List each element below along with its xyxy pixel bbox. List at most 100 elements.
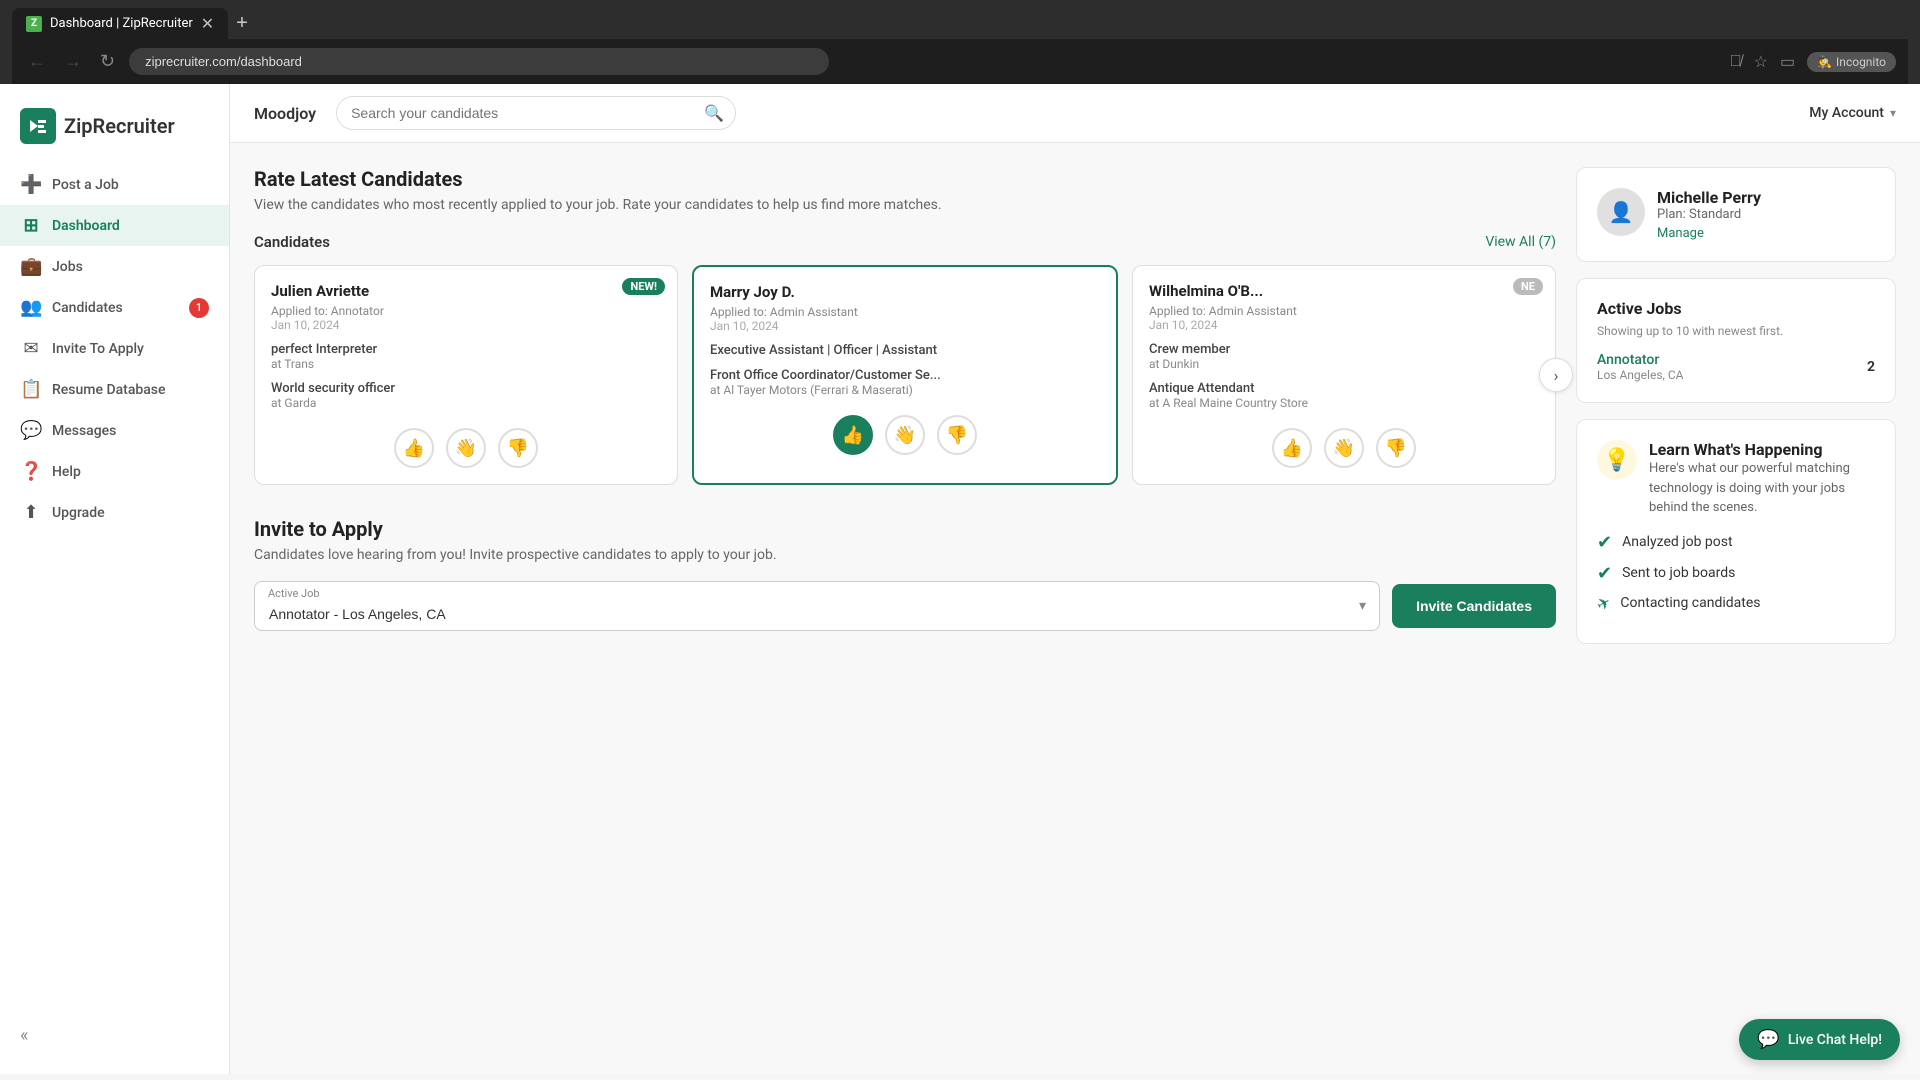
invite-to-apply-section: Invite to Apply Candidates love hearing … <box>254 517 1556 631</box>
applied-date-2: Jan 10, 2024 <box>1149 318 1539 332</box>
learn-item-2: ✈ Contacting candidates <box>1597 594 1875 613</box>
sidebar-item-invite-to-apply[interactable]: ✉ Invite To Apply <box>0 328 229 369</box>
sidebar-item-messages[interactable]: 💬 Messages <box>0 410 229 451</box>
sidebar-item-label: Jobs <box>52 259 83 275</box>
sidebar-collapse-button[interactable]: « <box>0 1013 229 1058</box>
star-icon[interactable]: ☆ <box>1754 52 1768 72</box>
invite-controls: Active Job Annotator - Los Angeles, CA ▾… <box>254 581 1556 631</box>
my-account-label: My Account <box>1809 105 1884 121</box>
forward-button[interactable]: → <box>60 47 86 76</box>
next-candidates-button[interactable]: › <box>1539 358 1573 392</box>
check-icon-0: ✔ <box>1597 532 1612 553</box>
sidebar: ZipRecruiter ➕ Post a Job ⊞ Dashboard 💼 … <box>0 84 230 1074</box>
job2-company-0: at Garda <box>271 396 661 410</box>
learn-text: Learn What's Happening Here's what our p… <box>1649 440 1875 518</box>
browser-bar: ← → ↻ 👁̸ ☆ ▭ 🕵 Incognito <box>12 39 1908 84</box>
learn-description: Here's what our powerful matching techno… <box>1649 459 1875 518</box>
invite-candidates-button[interactable]: Invite Candidates <box>1392 584 1556 628</box>
candidate-card-0: NEW! Julien Avriette Applied to: Annotat… <box>254 265 678 485</box>
content-area: Rate Latest Candidates View the candidat… <box>230 143 1920 668</box>
like-button-0[interactable]: 👍 <box>394 428 434 468</box>
app-layout: ZipRecruiter ➕ Post a Job ⊞ Dashboard 💼 … <box>0 84 1920 1074</box>
like-button-1[interactable]: 👍 <box>833 415 873 455</box>
eye-slash-icon[interactable]: 👁̸ <box>1730 53 1742 71</box>
jobs-icon: 💼 <box>20 256 42 277</box>
applied-date-1: Jan 10, 2024 <box>710 319 1100 333</box>
address-bar[interactable] <box>129 48 829 75</box>
tab-title: Dashboard | ZipRecruiter <box>50 16 193 31</box>
user-details: Michelle Perry Plan: Standard Manage <box>1657 188 1761 241</box>
incognito-badge: 🕵 Incognito <box>1807 52 1896 72</box>
sidebar-item-post-a-job[interactable]: ➕ Post a Job <box>0 164 229 205</box>
topbar: Moodjoy 🔍 My Account ▾ <box>230 84 1920 143</box>
sidebar-item-label: Resume Database <box>52 382 166 398</box>
logo-svg <box>26 114 50 138</box>
tab-close-button[interactable]: ✕ <box>201 14 214 33</box>
check-icon-1: ✔ <box>1597 563 1612 584</box>
messages-icon: 💬 <box>20 420 42 441</box>
dislike-button-0[interactable]: 👎 <box>498 428 538 468</box>
new-badge-0: NEW! <box>622 278 665 295</box>
new-tab-button[interactable]: + <box>228 8 256 39</box>
card-actions-2: 👍 👋 👎 <box>1149 428 1539 468</box>
sidebar-item-candidates[interactable]: 👥 Candidates 1 <box>0 287 229 328</box>
like-button-2[interactable]: 👍 <box>1272 428 1312 468</box>
dashboard-icon: ⊞ <box>20 215 42 236</box>
my-account-button[interactable]: My Account ▾ <box>1809 105 1896 121</box>
chat-bubble-icon: 💬 <box>1757 1029 1779 1050</box>
card-actions-1: 👍 👋 👎 <box>710 415 1100 455</box>
sidebar-item-jobs[interactable]: 💼 Jobs <box>0 246 229 287</box>
company-name: Moodjoy <box>254 104 316 123</box>
live-chat-button[interactable]: 💬 Live Chat Help! <box>1739 1019 1900 1060</box>
browser-chrome: Z Dashboard | ZipRecruiter ✕ + ← → ↻ 👁̸ … <box>0 0 1920 84</box>
candidates-label: Candidates <box>254 233 330 251</box>
active-tab[interactable]: Z Dashboard | ZipRecruiter ✕ <box>12 8 228 39</box>
sidebar-item-label: Help <box>52 464 81 480</box>
maybe-button-2[interactable]: 👋 <box>1324 428 1364 468</box>
learn-item-label-2: Contacting candidates <box>1620 595 1760 611</box>
job1-company-2: at Dunkin <box>1149 357 1539 371</box>
back-button[interactable]: ← <box>24 47 50 76</box>
card-actions-0: 👍 👋 👎 <box>271 428 661 468</box>
job2-title-0: World security officer <box>271 381 661 396</box>
sidebar-item-dashboard[interactable]: ⊞ Dashboard <box>0 205 229 246</box>
incognito-icon: 🕵 <box>1817 55 1832 69</box>
live-chat-label: Live Chat Help! <box>1788 1032 1882 1048</box>
sidebar-item-help[interactable]: ❓ Help <box>0 451 229 492</box>
logo-wrap: ZipRecruiter <box>0 100 229 164</box>
rate-candidates-subtitle: View the candidates who most recently ap… <box>254 197 1556 213</box>
job2-company-2: at A Real Maine Country Store <box>1149 396 1539 410</box>
active-jobs-card: Active Jobs Showing up to 10 with newest… <box>1576 278 1896 403</box>
job2-company-1: at Al Tayer Motors (Ferrari & Maserati) <box>710 383 1100 397</box>
applied-date-0: Jan 10, 2024 <box>271 318 661 332</box>
candidates-header: Candidates View All (7) <box>254 233 1556 251</box>
applied-to-2: Applied to: Admin Assistant <box>1149 304 1539 318</box>
sidebar-item-label: Invite To Apply <box>52 341 144 357</box>
dislike-button-1[interactable]: 👎 <box>937 415 977 455</box>
sidebar-item-resume-database[interactable]: 📋 Resume Database <box>0 369 229 410</box>
job1-company-0: at Trans <box>271 357 661 371</box>
logo-text: ZipRecruiter <box>64 114 175 138</box>
candidate-name-1: Marry Joy D. <box>710 283 1100 301</box>
dislike-button-2[interactable]: 👎 <box>1376 428 1416 468</box>
job-name-link[interactable]: Annotator <box>1597 352 1659 368</box>
candidates-cards-row: NEW! Julien Avriette Applied to: Annotat… <box>254 265 1556 485</box>
sidebar-item-upgrade[interactable]: ⬆ Upgrade <box>0 492 229 533</box>
job2-title-2: Antique Attendant <box>1149 381 1539 396</box>
split-view-icon[interactable]: ▭ <box>1780 52 1795 72</box>
maybe-button-1[interactable]: 👋 <box>885 415 925 455</box>
job2-title-1: Front Office Coordinator/Customer Se... <box>710 368 1100 383</box>
view-all-link[interactable]: View All (7) <box>1485 234 1556 250</box>
invite-title: Invite to Apply <box>254 517 1556 541</box>
post-a-job-icon: ➕ <box>20 174 42 195</box>
job-list-item-0: Annotator Los Angeles, CA 2 <box>1597 352 1875 382</box>
invite-icon: ✉ <box>20 338 42 359</box>
search-input[interactable] <box>336 96 736 130</box>
active-job-select[interactable]: Annotator - Los Angeles, CA <box>254 581 1380 631</box>
learn-item-label-1: Sent to job boards <box>1622 565 1735 581</box>
maybe-button-0[interactable]: 👋 <box>446 428 486 468</box>
refresh-button[interactable]: ↻ <box>96 47 119 76</box>
manage-link[interactable]: Manage <box>1657 226 1761 241</box>
learn-item-label-0: Analyzed job post <box>1622 534 1732 550</box>
new-badge-2: NE <box>1513 278 1543 295</box>
